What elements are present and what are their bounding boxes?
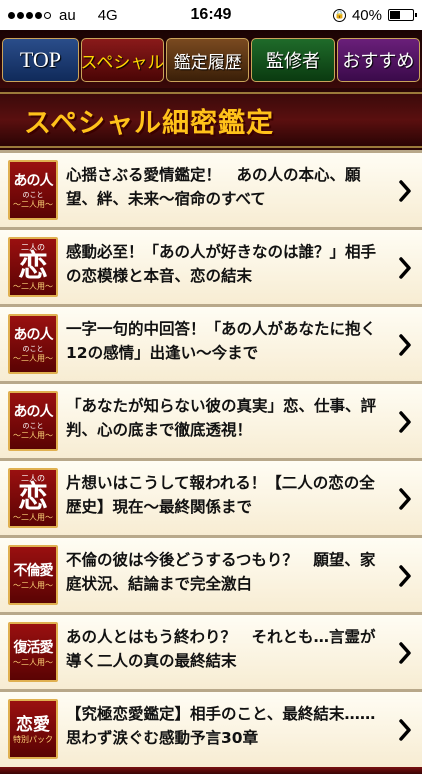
badge-main-text: 不倫愛 [13,562,54,579]
chevron-right-icon [399,334,411,356]
category-badge: 二人の 恋 〜二人用〜 [8,237,58,297]
status-bar: au 4G 16:49 🔒 40% [0,0,422,30]
badge-sub-text: のこと [22,191,44,199]
tab-special[interactable]: スペシャル [80,38,165,82]
chevron-right-icon [399,488,411,510]
list-item-1[interactable]: あの人 のこと 〜二人用〜 心揺さぶる愛情鑑定！ あの人の本心、願望、絆、未来〜… [0,150,422,235]
badge-sub2-text: 〜二人用〜 [13,200,53,209]
list-item-8[interactable]: 恋愛 特別パック 【究極恋愛鑑定】相手のこと、最終結末……思わず涙ぐむ感動予言3… [0,689,422,774]
badge-sub2-text: 〜二人用〜 [13,580,53,590]
badge-sub-text: 特別パック [13,734,53,744]
list-item-2[interactable]: 二人の 恋 〜二人用〜 感動必至！「あの人が好きなのは誰？」相手の恋模様と本音、… [0,227,422,312]
badge-sub-text: のこと [22,422,44,430]
rotation-lock-icon: 🔒 [332,8,346,22]
badge-sub2-text: 〜二人用〜 [13,513,53,522]
chevron-right-icon [399,642,411,664]
badge-main-text: あの人 [13,327,54,343]
item-description: 「あなたが知らない彼の真実」恋、仕事、評判、心の底まで徹底透視！ [66,397,377,439]
category-badge: 不倫愛 〜二人用〜 [8,545,58,605]
list-item-7[interactable]: 復活愛 〜二人用〜 あの人とはもう終わり？ それとも…言霊が導く二人の真の最終結… [0,612,422,697]
battery-icon [388,9,417,21]
category-badge: 恋愛 特別パック [8,699,58,759]
tab-reading-history[interactable]: 鑑定履歴 [166,38,250,82]
tab-supervisor[interactable]: 監修者 [251,38,335,82]
item-description: 【究極恋愛鑑定】相手のこと、最終結末……思わず涙ぐむ感動予言30章 [66,705,376,747]
category-badge: あの人 のこと 〜二人用〜 [8,160,58,220]
list-item-3[interactable]: あの人 のこと 〜二人用〜 一字一句的中回答！「あの人があなたに抱く12の感情」… [0,304,422,389]
item-description: 感動必至！「あの人が好きなのは誰？」相手の恋模様と本音、恋の結末 [66,243,377,285]
category-badge: 復活愛 〜二人用〜 [8,622,58,682]
badge-main-text: 恋愛 [16,714,50,735]
category-badge: 二人の 恋 〜二人用〜 [8,468,58,528]
chevron-right-icon [399,257,411,279]
badge-main-text: 恋 [18,480,48,515]
item-description: 片想いはこうして報われる！【二人の恋の全歴史】現在〜最終関係まで [66,474,375,516]
badge-sub2-text: 〜二人用〜 [13,657,53,667]
tab-recommended[interactable]: おすすめ [336,38,420,82]
badge-main-text: 恋 [18,249,48,284]
chevron-right-icon [399,180,411,202]
chevron-right-icon [399,565,411,587]
item-description: 不倫の彼は今後どうするつもり？ 願望、家庭状況、結論まで完全激白 [66,551,376,593]
badge-main-text: あの人 [13,173,54,189]
main-navigation: TOP スペシャル 鑑定履歴 監修者 おすすめ [0,30,422,88]
badge-sub2-text: 〜二人用〜 [13,282,53,291]
category-badge: あの人 のこと 〜二人用〜 [8,314,58,374]
list-item-4[interactable]: あの人 のこと 〜二人用〜 「あなたが知らない彼の真実」恋、仕事、評判、心の底ま… [0,381,422,466]
page-title: スペシャル細密鑑定 [24,107,275,139]
badge-sub-text: のこと [22,345,44,353]
battery-percent: 40% [351,6,382,24]
list-item-6[interactable]: 不倫愛 〜二人用〜 不倫の彼は今後どうするつもり？ 願望、家庭状況、結論まで完全… [0,535,422,620]
item-description: 一字一句的中回答！「あの人があなたに抱く12の感情」出逢い〜今まで [66,320,377,362]
category-badge: あの人 のこと 〜二人用〜 [8,391,58,451]
badge-main-text: あの人 [13,404,54,420]
badge-main-text: 復活愛 [13,639,54,656]
item-description: あの人とはもう終わり？ それとも…言霊が導く二人の真の最終結末 [66,628,376,670]
chevron-right-icon [399,719,411,741]
item-description: 心揺さぶる愛情鑑定！ あの人の本心、願望、絆、未来〜宿命のすべて [66,166,361,208]
list-item-5[interactable]: 二人の 恋 〜二人用〜 片想いはこうして報われる！【二人の恋の全歴史】現在〜最終… [0,458,422,543]
badge-sub2-text: 〜二人用〜 [13,431,53,440]
section-heading: スペシャル細密鑑定 [0,92,422,148]
badge-sub2-text: 〜二人用〜 [13,354,53,363]
tab-top[interactable]: TOP [2,38,79,82]
chevron-right-icon [399,411,411,433]
